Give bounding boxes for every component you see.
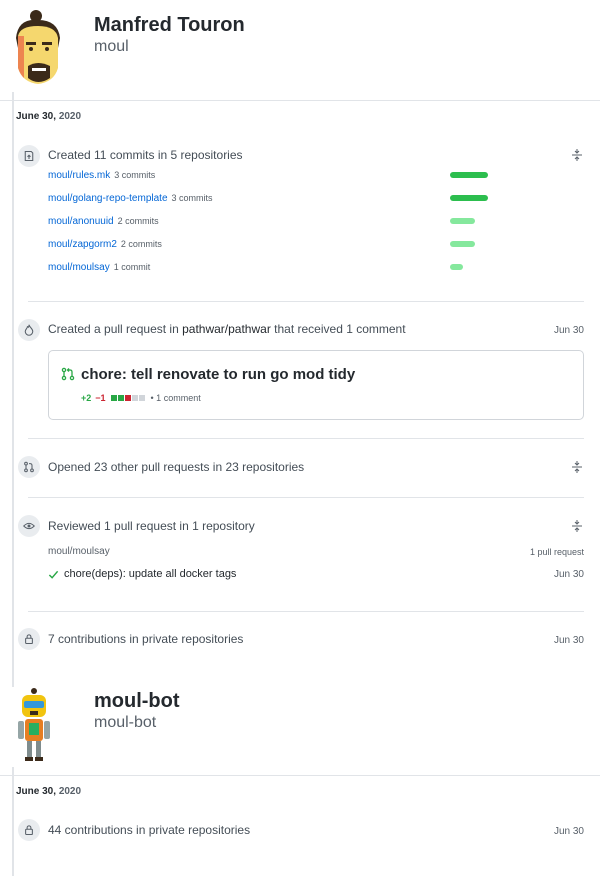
repo-link[interactable]: moul/rules.mk xyxy=(48,170,110,181)
lock-icon xyxy=(18,819,40,841)
diffstat xyxy=(110,395,145,401)
additions-count: +2 xyxy=(81,393,92,403)
date-year: 2020 xyxy=(58,111,82,122)
commit-icon xyxy=(18,145,40,167)
event-divider xyxy=(28,497,584,498)
commit-repo-row: moul/rules.mk 3 commits xyxy=(48,170,155,181)
pull-request-meta: +2 −1 • 1 comment xyxy=(81,393,201,403)
fold-icon[interactable] xyxy=(570,148,584,162)
profile-login[interactable]: moul xyxy=(94,38,129,56)
event-date: Jun 30 xyxy=(553,635,584,646)
event-date: Jun 30 xyxy=(553,325,584,336)
fold-icon[interactable] xyxy=(570,460,584,474)
commit-bar xyxy=(450,264,463,270)
date-year: 2020 xyxy=(58,786,82,797)
private-contributions: 7 contributions in private repositories xyxy=(48,632,244,646)
repo-link[interactable]: moul/anonuuid xyxy=(48,216,114,227)
commit-repo-row: moul/anonuuid 2 commits xyxy=(48,216,159,227)
flame-icon xyxy=(18,319,40,341)
activity-date: June 30, 2020 xyxy=(16,786,81,797)
pull-request-title[interactable]: chore: tell renovate to run go mod tidy xyxy=(81,366,355,383)
repo-link[interactable]: moul/golang-repo-template xyxy=(48,193,168,204)
deletions-count: −1 xyxy=(95,393,106,403)
reviewed-item-title[interactable]: chore(deps): update all docker tags xyxy=(64,568,236,580)
pr-repo-link[interactable]: pathwar/pathwar xyxy=(182,322,271,336)
avatar[interactable] xyxy=(14,687,54,763)
activity-date: June 30, 2020 xyxy=(16,111,81,122)
event-date: Jun 30 xyxy=(553,569,584,580)
event-divider xyxy=(28,611,584,612)
date-month-day: June 30, xyxy=(16,111,57,122)
timeline-line xyxy=(12,92,14,687)
pr-created-summary: Created a pull request in pathwar/pathwa… xyxy=(48,322,406,336)
commit-bar xyxy=(450,172,488,178)
private-contributions: 44 contributions in private repositories xyxy=(48,823,251,837)
event-date: Jun 30 xyxy=(553,826,584,837)
commit-bar xyxy=(450,218,475,224)
repo-link[interactable]: moul/zapgorm2 xyxy=(48,239,117,250)
commit-repo-row: moul/moulsay 1 commit xyxy=(48,262,150,273)
profile-name[interactable]: Manfred Touron xyxy=(94,14,245,37)
eye-icon xyxy=(18,515,40,537)
commit-bar xyxy=(450,195,488,201)
commit-count[interactable]: 3 commits xyxy=(172,193,213,203)
diffstat-add xyxy=(110,395,117,401)
commit-count[interactable]: 3 commits xyxy=(114,170,155,180)
divider xyxy=(0,100,600,101)
diffstat-del xyxy=(124,395,131,401)
lock-icon xyxy=(18,628,40,650)
commit-count[interactable]: 2 commits xyxy=(118,216,159,226)
commit-count[interactable]: 2 commits xyxy=(121,239,162,249)
diffstat-add xyxy=(117,395,124,401)
pull-request-icon xyxy=(18,456,40,478)
pr-created-prefix: Created a pull request in xyxy=(48,322,179,336)
profile-login[interactable]: moul-bot xyxy=(94,714,156,732)
pull-request-icon xyxy=(61,367,75,381)
divider xyxy=(0,775,600,776)
pr-created-suffix: that received 1 comment xyxy=(274,322,406,336)
reviewed-summary: Reviewed 1 pull request in 1 repository xyxy=(48,519,255,533)
date-month-day: June 30, xyxy=(16,786,57,797)
commit-count[interactable]: 1 commit xyxy=(114,262,151,272)
diffstat-neutral xyxy=(138,395,145,401)
reviewed-item[interactable]: chore(deps): update all docker tags xyxy=(48,568,236,580)
commit-repo-row: moul/zapgorm2 2 commits xyxy=(48,239,162,250)
repo-link[interactable]: moul/moulsay xyxy=(48,262,110,273)
profile-header-manfred: Manfred Touron moul xyxy=(0,0,600,95)
commit-bar xyxy=(450,241,475,247)
commits-summary: Created 11 commits in 5 repositories xyxy=(48,148,243,162)
diffstat-neutral xyxy=(131,395,138,401)
prs-opened-summary: Opened 23 other pull requests in 23 repo… xyxy=(48,460,305,474)
event-divider xyxy=(28,438,584,439)
fold-icon[interactable] xyxy=(570,519,584,533)
comment-count[interactable]: • 1 comment xyxy=(151,393,201,403)
reviewed-repo[interactable]: moul/moulsay xyxy=(48,546,110,557)
profile-name[interactable]: moul-bot xyxy=(94,690,180,713)
commit-repo-row: moul/golang-repo-template 3 commits xyxy=(48,193,213,204)
avatar[interactable] xyxy=(10,8,66,88)
reviewed-count: 1 pull request xyxy=(529,547,584,557)
event-divider xyxy=(28,301,584,302)
pull-request-card: chore: tell renovate to run go mod tidy … xyxy=(48,350,584,420)
timeline-line xyxy=(12,767,14,876)
check-icon xyxy=(48,570,59,579)
profile-header-moul-bot: moul-bot moul-bot xyxy=(0,685,600,765)
